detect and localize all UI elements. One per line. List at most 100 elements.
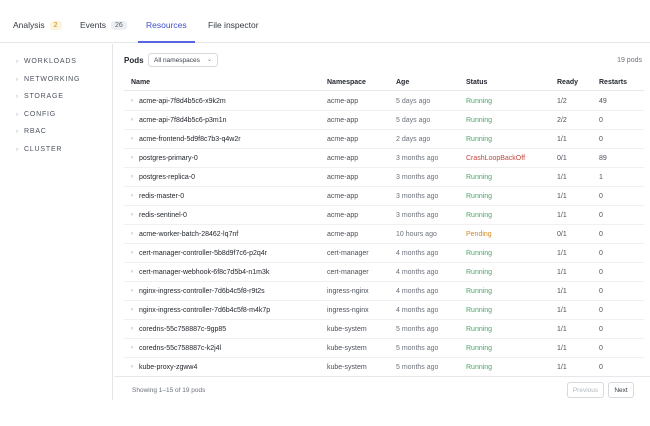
pod-name[interactable]: redis-sentinel-0 — [139, 212, 187, 219]
expand-chevron-icon: › — [131, 288, 133, 294]
table-row[interactable]: › postgres-replica-0 acme-app 3 months ago R… — [124, 168, 644, 187]
expand-chevron-icon: › — [131, 155, 133, 161]
pod-namespace: cert-manager — [327, 269, 369, 276]
sidebar-item-label: RBAC — [24, 128, 47, 135]
pod-restarts: 0 — [599, 364, 603, 371]
pod-name[interactable]: nginx-ingress-controller-7d6b4c5f8-m4k7p — [139, 307, 270, 314]
expand-chevron-icon: › — [131, 269, 133, 275]
table-row[interactable]: › acme-frontend-5d9f8c7b3-q4w2r acme-app 2 … — [124, 130, 644, 149]
pod-name[interactable]: postgres-primary-0 — [139, 155, 198, 162]
sidebar-item-workloads[interactable]: › WORKLOADS — [16, 58, 77, 65]
column-header-name[interactable]: Name — [131, 79, 150, 86]
pod-status: Running — [466, 307, 493, 314]
table-row[interactable]: › acme-api-7f8d4b5c6-x9k2m acme-app 5 days … — [124, 92, 644, 111]
expand-chevron-icon: › — [131, 193, 133, 199]
pod-ready: 1/1 — [557, 212, 567, 219]
table-row[interactable]: › postgres-primary-0 acme-app 3 months ago C… — [124, 149, 644, 168]
table-row[interactable]: › cert-manager-webhook-6f8c7d5b4-n1m3k cer… — [124, 263, 644, 282]
expand-chevron-icon: › — [131, 307, 133, 313]
pod-restarts: 0 — [599, 212, 603, 219]
table-footer: Showing 1–15 of 19 pods Previous Next — [114, 376, 650, 400]
chevron-down-icon: ⌄ — [206, 57, 212, 63]
table-row[interactable]: › kube-proxy-zgww4 kube-system 5 months ago… — [124, 358, 644, 377]
pod-age: 3 months ago — [396, 174, 439, 181]
pod-ready: 1/1 — [557, 136, 567, 143]
pod-name[interactable]: kube-proxy-zgww4 — [139, 364, 197, 371]
tab-label: Analysis — [13, 20, 45, 30]
sidebar-item-config[interactable]: › CONFIG — [16, 111, 56, 118]
pod-name[interactable]: acme-api-7f8d4b5c6-x9k2m — [139, 98, 226, 105]
pod-ready: 1/1 — [557, 307, 567, 314]
pod-name[interactable]: acme-worker-batch-28462-lq7nf — [139, 231, 238, 238]
pod-status: Running — [466, 174, 493, 181]
pod-namespace: acme-app — [327, 174, 359, 181]
pod-status: Running — [466, 288, 493, 295]
pod-restarts: 49 — [599, 98, 607, 105]
pod-name[interactable]: coredns-55c758887c-k2j4l — [139, 345, 221, 352]
namespace-select[interactable]: All namespaces ⌄ — [148, 53, 218, 67]
tab-resources[interactable]: Resources — [146, 20, 187, 30]
pod-status: Running — [466, 98, 493, 105]
sidebar-item-networking[interactable]: › NETWORKING — [16, 76, 80, 83]
column-header-restarts[interactable]: Restarts — [599, 79, 627, 86]
next-page-button[interactable]: Next — [608, 382, 634, 398]
pod-ready: 1/1 — [557, 288, 567, 295]
chevron-right-icon: › — [16, 146, 19, 153]
column-header-namespace[interactable]: Namespace — [327, 79, 366, 86]
chevron-right-icon: › — [16, 111, 19, 118]
pod-name[interactable]: acme-api-7f8d4b5c6-p3m1n — [139, 117, 227, 124]
pod-status: Running — [466, 269, 493, 276]
table-row[interactable]: › nginx-ingress-controller-7d6b4c5f8-r9t2… — [124, 282, 644, 301]
sidebar-item-label: NETWORKING — [24, 76, 81, 83]
table-row[interactable]: › acme-worker-batch-28462-lq7nf acme-app 10… — [124, 225, 644, 244]
pod-status: Running — [466, 212, 493, 219]
tab-label: File inspector — [208, 20, 259, 30]
tab-count-badge: 2 — [49, 20, 62, 30]
pod-name[interactable]: redis-master-0 — [139, 193, 184, 200]
chevron-right-icon: › — [16, 76, 19, 83]
expand-chevron-icon: › — [131, 117, 133, 123]
pod-namespace: acme-app — [327, 155, 359, 162]
sidebar-item-rbac[interactable]: › RBAC — [16, 128, 47, 135]
tab-count-badge: 26 — [111, 20, 127, 30]
sidebar-item-cluster[interactable]: › CLUSTER — [16, 146, 62, 153]
pod-namespace: ingress-nginx — [327, 288, 369, 295]
pod-ready: 0/1 — [557, 231, 567, 238]
active-tab-indicator — [138, 41, 195, 43]
table-row[interactable]: › coredns-55c758887c-k2j4l kube-system 5 mo… — [124, 339, 644, 358]
table-row[interactable]: › redis-master-0 acme-app 3 months ago Runni… — [124, 187, 644, 206]
pod-name[interactable]: cert-manager-controller-5b8d9f7c6-p2q4r — [139, 250, 267, 257]
expand-chevron-icon: › — [131, 231, 133, 237]
column-header-status[interactable]: Status — [466, 79, 487, 86]
pod-name[interactable]: postgres-replica-0 — [139, 174, 195, 181]
tab-events[interactable]: Events 26 — [80, 20, 127, 30]
pod-ready: 0/1 — [557, 155, 567, 162]
pod-restarts: 0 — [599, 288, 603, 295]
sidebar-item-label: STORAGE — [24, 93, 64, 100]
table-row[interactable]: › redis-sentinel-0 acme-app 3 months ago Run… — [124, 206, 644, 225]
table-row[interactable]: › coredns-55c758887c-9gp85 kube-system 5 mo… — [124, 320, 644, 339]
pod-name[interactable]: cert-manager-webhook-6f8c7d5b4-n1m3k — [139, 269, 269, 276]
table-row[interactable]: › nginx-ingress-controller-7d6b4c5f8-m4k7… — [124, 301, 644, 320]
pod-ready: 1/1 — [557, 269, 567, 276]
pod-name[interactable]: nginx-ingress-controller-7d6b4c5f8-r9t2s — [139, 288, 265, 295]
sidebar-item-storage[interactable]: › STORAGE — [16, 93, 64, 100]
page-title: Pods — [124, 56, 144, 65]
pod-restarts: 0 — [599, 231, 603, 238]
sidebar-item-label: WORKLOADS — [24, 58, 77, 65]
previous-page-button[interactable]: Previous — [567, 382, 604, 398]
table-row[interactable]: › acme-api-7f8d4b5c6-p3m1n acme-app 5 days … — [124, 111, 644, 130]
pod-restarts: 0 — [599, 345, 603, 352]
table-row[interactable]: › cert-manager-controller-5b8d9f7c6-p2q4r… — [124, 244, 644, 263]
pod-name[interactable]: coredns-55c758887c-9gp85 — [139, 326, 226, 333]
expand-chevron-icon: › — [131, 326, 133, 332]
pod-ready: 1/1 — [557, 326, 567, 333]
pod-name[interactable]: acme-frontend-5d9f8c7b3-q4w2r — [139, 136, 241, 143]
tab-file-inspector[interactable]: File inspector — [208, 20, 259, 30]
pod-age: 10 hours ago — [396, 231, 437, 238]
column-header-age[interactable]: Age — [396, 79, 409, 86]
tab-analysis[interactable]: Analysis 2 — [13, 20, 62, 30]
column-header-ready[interactable]: Ready — [557, 79, 578, 86]
pod-restarts: 0 — [599, 136, 603, 143]
pod-status: Running — [466, 193, 493, 200]
